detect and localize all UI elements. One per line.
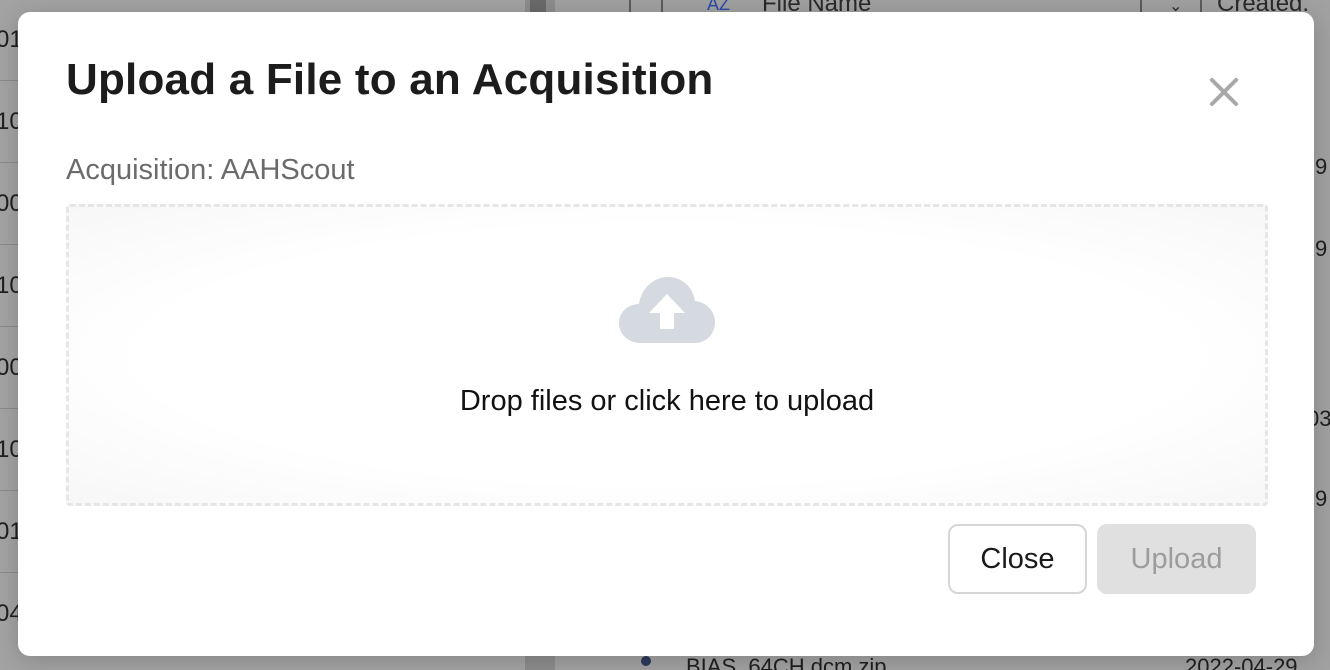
acquisition-label: Acquisition: AAHScout [66, 154, 355, 186]
close-button[interactable]: Close [948, 524, 1087, 594]
upload-button[interactable]: Upload [1097, 524, 1256, 594]
upload-file-modal: Upload a File to an Acquisition Acquisit… [18, 12, 1314, 656]
close-icon[interactable] [1204, 72, 1244, 112]
file-dropzone[interactable]: Drop files or click here to upload [66, 204, 1268, 506]
bullet-icon [641, 656, 651, 666]
background-text: 9 [1315, 486, 1328, 511]
background-text: 9 [1315, 154, 1328, 179]
dropzone-instructions: Drop files or click here to upload [459, 385, 875, 417]
cloud-upload-icon [619, 277, 715, 345]
background-file-created: 2022-04-29 [1185, 654, 1298, 670]
background-file-name: BIAS_64CH.dcm.zip [686, 654, 887, 670]
background-text: 9 [1315, 236, 1328, 261]
modal-title: Upload a File to an Acquisition [66, 55, 714, 104]
